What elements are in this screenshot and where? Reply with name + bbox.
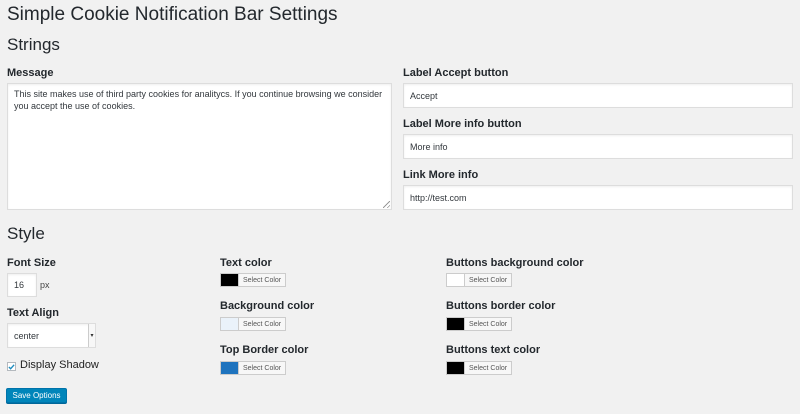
background-color-picker[interactable]: Select Color (220, 317, 287, 331)
buttons-background-color-picker[interactable]: Select Color (446, 273, 513, 287)
buttons-text-color-label: Buttons text color (446, 344, 541, 356)
checkmark-icon (8, 363, 15, 370)
select-color-text: Select Color (243, 364, 282, 372)
select-color-text: Select Color (243, 320, 282, 328)
select-color-text: Select Color (469, 320, 508, 328)
buttons-border-color-label: Buttons border color (446, 300, 556, 312)
select-color-text: Select Color (469, 364, 508, 372)
page-title: Simple Cookie Notification Bar Settings (7, 4, 338, 25)
text-align-value: center (14, 330, 40, 341)
color-swatch (221, 274, 239, 286)
color-swatch (221, 362, 239, 374)
chevron-down-icon: ▾ (88, 324, 95, 347)
color-swatch (447, 362, 465, 374)
text-align-label: Text Align (7, 307, 59, 319)
buttons-text-color-picker[interactable]: Select Color (446, 361, 513, 375)
select-color-text: Select Color (469, 276, 508, 284)
settings-page: Simple Cookie Notification Bar Settings … (0, 0, 800, 414)
text-align-select[interactable]: center ▾ (7, 323, 96, 348)
style-heading: Style (7, 224, 45, 243)
display-shadow-checkbox[interactable] (7, 362, 16, 371)
message-label: Message (7, 67, 54, 79)
buttons-border-color-picker[interactable]: Select Color (446, 317, 513, 331)
more-info-input[interactable]: More info (403, 134, 793, 159)
message-textarea[interactable]: This site makes use of third party cooki… (7, 83, 392, 210)
save-options-button[interactable]: Save Options (6, 388, 67, 403)
color-swatch (447, 274, 465, 286)
resize-grip-icon[interactable] (383, 201, 390, 208)
buttons-background-color-label: Buttons background color (446, 257, 584, 269)
text-color-picker[interactable]: Select Color (220, 273, 287, 287)
color-swatch (447, 318, 465, 330)
select-color-text: Select Color (243, 276, 282, 284)
strings-heading: Strings (7, 35, 60, 54)
link-input[interactable]: http://test.com (403, 185, 793, 210)
text-color-label: Text color (220, 257, 272, 269)
background-color-label: Background color (220, 300, 315, 312)
display-shadow-label: Display Shadow (20, 359, 99, 371)
color-swatch (221, 318, 239, 330)
font-size-input[interactable]: 16 (7, 273, 37, 297)
font-size-label: Font Size (7, 257, 56, 269)
message-text: This site makes use of third party cooki… (14, 89, 383, 111)
more-info-label: Label More info button (403, 118, 522, 130)
accept-input[interactable]: Accept (403, 83, 793, 108)
accept-label: Label Accept button (403, 67, 509, 79)
link-label: Link More info (403, 169, 479, 181)
top-border-color-label: Top Border color (220, 344, 309, 356)
top-border-color-picker[interactable]: Select Color (220, 361, 287, 375)
font-size-unit: px (40, 280, 50, 290)
